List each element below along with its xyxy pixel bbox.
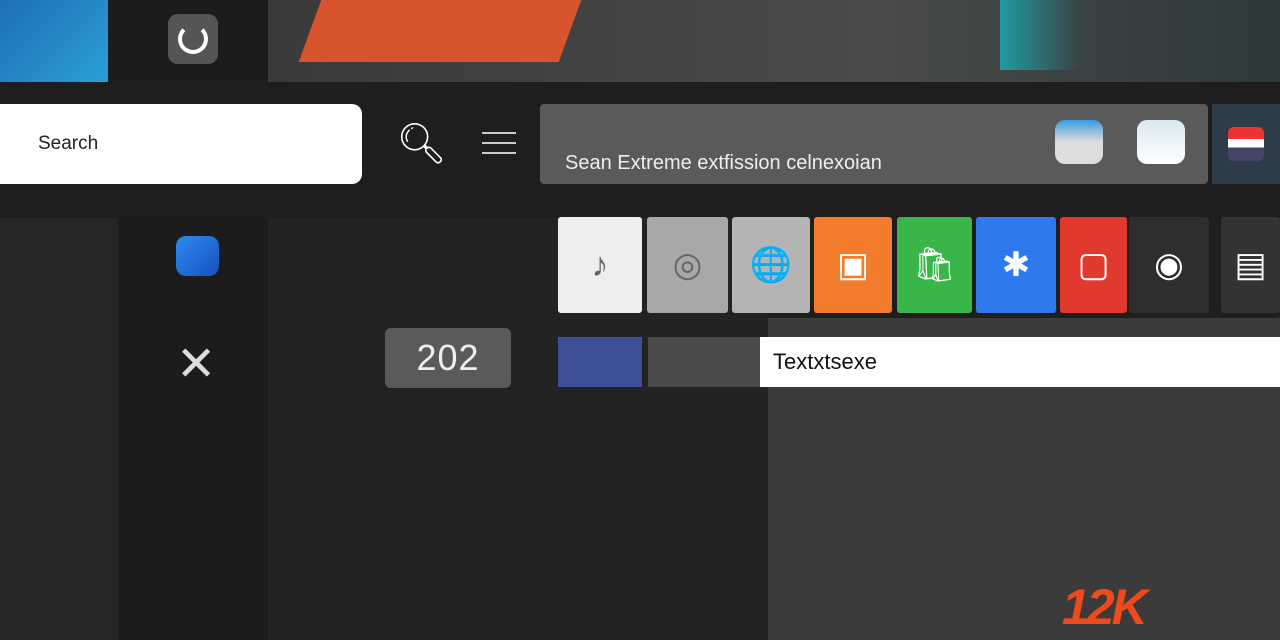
app-tile-globe-app[interactable]: 🌐 (732, 217, 810, 313)
text-field[interactable]: Textxtsexe (760, 337, 1280, 387)
app-tile-spiral-app[interactable]: ◎ (647, 217, 728, 313)
counter-badge: 202 (385, 328, 511, 388)
app-icon[interactable] (176, 236, 219, 276)
bag-app-icon: 🛍 (912, 246, 957, 284)
document-icon[interactable] (1137, 120, 1185, 164)
white-app-icon: ♪ (591, 245, 609, 284)
sidebar (118, 218, 268, 640)
close-icon[interactable]: ✕ (176, 336, 216, 392)
left-panel (0, 218, 118, 640)
blue-app-icon: ✱ (1001, 246, 1031, 284)
blue-thumbnail (0, 0, 108, 82)
blue-swatch[interactable] (558, 337, 642, 387)
refresh-icon (178, 24, 208, 54)
extension-icon (1228, 127, 1264, 161)
extension-button[interactable] (1212, 104, 1280, 184)
cloud-icon[interactable] (1055, 120, 1103, 164)
banner-orange-shape (298, 0, 582, 62)
spiral-app-icon: ◎ (672, 246, 703, 284)
orange-app-icon: ▣ (836, 246, 870, 284)
app-tile-edge-app[interactable]: ▤ (1221, 217, 1280, 313)
refresh-button[interactable] (168, 14, 218, 64)
search-icon[interactable]: 🔍︎ (396, 120, 447, 167)
app-tile-dark-app[interactable]: ◉ (1129, 217, 1209, 313)
address-bar[interactable]: Sean Extreme extfission celnexoian (540, 104, 1208, 184)
dark-app-icon: ◉ (1154, 246, 1184, 284)
red-app-icon: ▢ (1077, 246, 1110, 284)
app-tile-bag-app[interactable]: 🛍 (897, 217, 972, 313)
search-input[interactable]: Search (0, 104, 362, 184)
app-tile-blue-app[interactable]: ✱ (976, 217, 1056, 313)
gray-swatch[interactable] (648, 337, 760, 387)
banner-teal-shape (1000, 0, 1080, 70)
menu-icon[interactable] (482, 124, 516, 162)
edge-app-icon: ▤ (1234, 246, 1267, 284)
app-tile-red-app[interactable]: ▢ (1060, 217, 1127, 313)
globe-app-icon: 🌐 (749, 246, 793, 284)
app-tile-orange-app[interactable]: ▣ (814, 217, 892, 313)
app-tile-white-app[interactable]: ♪ (558, 217, 642, 313)
logo: 12K (1062, 579, 1148, 635)
